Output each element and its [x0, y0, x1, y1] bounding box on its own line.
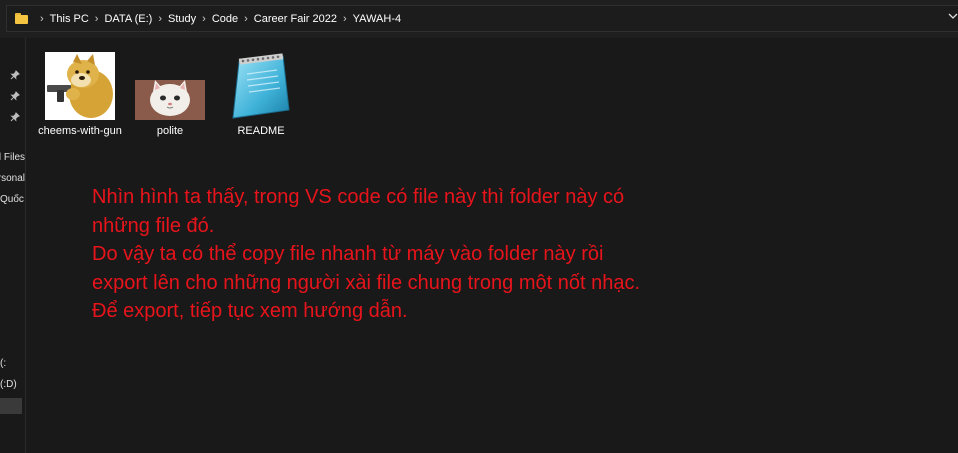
breadcrumb-separator: › [40, 12, 44, 25]
sidebar-item-quoc[interactable]: Quốc [0, 194, 25, 205]
chevron-down-icon[interactable] [948, 11, 958, 23]
breadcrumb-code[interactable]: Code [212, 13, 238, 25]
sidebar-item-drive-d[interactable]: (D:) [0, 379, 25, 390]
annotation-line: Để export, tiếp tục xem hướng dẫn. [92, 300, 408, 322]
sidebar-item-files[interactable]: d Files [0, 152, 25, 163]
sidebar-item-personal[interactable]: rsonal [0, 173, 25, 184]
annotation-line: Nhìn hình ta thấy, trong VS code có file… [92, 186, 625, 208]
file-item-polite[interactable]: polite [128, 52, 212, 137]
pin-icon[interactable] [10, 65, 20, 80]
breadcrumb-separator[interactable]: › [343, 13, 347, 25]
file-item-cheems-with-gun[interactable]: cheems-with-gun [38, 52, 122, 137]
annotation-line: Do vậy ta có thể copy file nhanh từ máy … [92, 243, 604, 265]
breadcrumb-separator[interactable]: › [202, 13, 206, 25]
breadcrumb-separator[interactable]: › [158, 13, 162, 25]
file-item-readme[interactable]: README [219, 52, 303, 137]
cheems-dog-image [45, 52, 115, 120]
pin-icon[interactable] [10, 86, 20, 101]
file-name: README [237, 125, 285, 137]
navigation-pane: d Files rsonal Quốc :) (D:) [0, 38, 26, 453]
annotation-line: những file đó. [92, 214, 215, 237]
breadcrumb-separator[interactable]: › [95, 13, 99, 25]
annotation-line: export lên cho những người xài file chun… [92, 271, 640, 294]
breadcrumb-career-fair-2022[interactable]: Career Fair 2022 [254, 13, 337, 25]
sidebar-item-selected[interactable] [0, 398, 22, 414]
breadcrumb-yawah-4[interactable]: YAWAH-4 [353, 13, 402, 25]
file-name: cheems-with-gun [38, 125, 122, 137]
breadcrumb-data-e[interactable]: DATA (E:) [104, 13, 152, 25]
notepad-icon [232, 53, 290, 119]
file-name: polite [156, 125, 184, 137]
pin-icon[interactable] [10, 107, 20, 122]
address-bar[interactable]: › This PC › DATA (E:) › Study › Code › Career… [6, 5, 958, 32]
folder-icon [15, 13, 28, 24]
breadcrumb-this-pc[interactable]: This PC [50, 13, 89, 25]
breadcrumb-study[interactable]: Study [168, 13, 196, 25]
polite-cat-image [135, 52, 205, 120]
breadcrumb-separator[interactable]: › [244, 13, 248, 25]
address-bar-area: › This PC › DATA (E:) › Study › Code › Career… [0, 0, 958, 38]
sidebar-item-drive-c[interactable]: :) [0, 358, 25, 369]
annotation-text: Nhìn hình ta thấy, trong VS code có file… [92, 183, 792, 326]
